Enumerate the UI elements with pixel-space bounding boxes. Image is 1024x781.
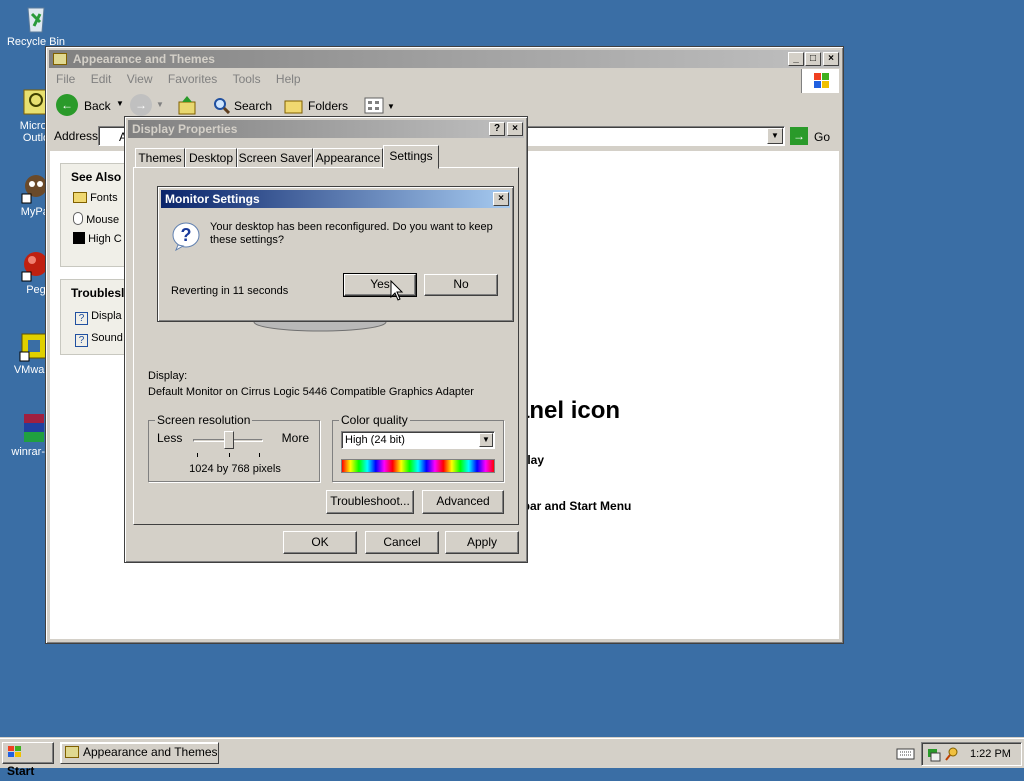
taskbar-item-appearance[interactable]: Appearance and Themes [60,742,219,764]
close-button[interactable]: × [493,192,509,206]
monitor-settings-title: Monitor Settings [165,192,260,206]
taskbar: Start Appearance and Themes 1:22 PM [0,738,1024,778]
search-icon [214,98,230,114]
monitor-settings-dialog: Monitor Settings × ? Your desktop has be… [157,186,514,322]
tab-strip: Themes Desktop Screen Saver Appearance S… [135,145,515,169]
display-properties-dialog: Display Properties ? × Themes Desktop Sc… [124,116,528,563]
help-icon: ? [75,312,88,325]
explorer-title: Appearance and Themes [72,52,215,66]
display-properties-titlebar[interactable]: Display Properties ? × [128,120,524,138]
back-dropdown-icon: ▼ [116,99,124,108]
tick-mark [197,453,198,457]
monitor-settings-titlebar[interactable]: Monitor Settings × [161,190,510,208]
troubleshoot-sound[interactable]: ? Sound [75,332,131,347]
menu-tools[interactable]: Tools [227,69,267,89]
folders-icon [284,100,303,114]
svg-text:?: ? [181,225,192,245]
search-button[interactable]: Search [210,94,272,118]
troubleshooters-panel: Troublesl ? Displa ? Sound [60,279,130,355]
content-link-taskbar[interactable]: kbar and Start Menu [516,499,631,513]
tick-mark [259,453,260,457]
menubar: File Edit View Favorites Tools Help [50,69,799,89]
screen-resolution-group: Screen resolution Less More 1024 by 768 … [148,413,320,482]
no-button[interactable]: No [424,274,498,296]
explorer-titlebar[interactable]: Appearance and Themes _ □ × [49,50,840,68]
display-label: Display: [148,370,188,382]
back-button[interactable]: ← Back ▼ [54,94,126,118]
yes-button[interactable]: Yes [343,273,417,297]
close-button[interactable]: × [507,122,523,136]
content-heading: anel icon [516,397,621,424]
folders-button[interactable]: Folders [282,94,352,118]
menu-favorites[interactable]: Favorites [162,69,223,89]
go-arrow-icon: → [790,127,808,145]
address-dropdown-icon[interactable]: ▼ [767,128,783,144]
views-dropdown-icon: ▼ [387,102,395,111]
cancel-button[interactable]: Cancel [365,531,439,554]
desktop-icon-recycle-bin[interactable]: Recycle Bin [4,2,68,48]
color-quality-group: Color quality High (24 bit) ▼ [332,413,504,482]
maximize-button[interactable]: □ [805,52,821,66]
forward-button[interactable]: → [130,94,152,116]
see-also-panel: See Also Fonts Mouse High C [60,163,130,267]
network-icon[interactable] [926,746,942,762]
ok-button[interactable]: OK [283,531,357,554]
troubleshoot-display[interactable]: ? Displa [75,310,131,325]
windows-flag-icon [8,746,21,757]
up-folder-button[interactable] [176,94,198,116]
advanced-button[interactable]: Advanced [422,490,504,514]
forward-arrow-icon: → [135,98,147,112]
display-properties-title: Display Properties [132,122,238,136]
back-arrow-icon: ← [56,94,78,116]
start-button[interactable]: Start [2,742,54,778]
minimize-button[interactable]: _ [788,52,804,66]
menu-edit[interactable]: Edit [85,69,118,89]
color-quality-select[interactable]: High (24 bit) ▼ [341,431,495,449]
chevron-down-icon[interactable]: ▼ [479,433,493,447]
tab-appearance[interactable]: Appearance [313,148,383,168]
windows-logo [801,69,839,93]
search-icon[interactable] [944,746,960,762]
tab-settings[interactable]: Settings [383,145,439,169]
views-button[interactable]: ▼ [362,94,398,118]
resolution-value: 1024 by 768 pixels [189,463,281,475]
menu-file[interactable]: File [50,69,81,89]
forward-dropdown-icon: ▼ [156,100,164,109]
close-button[interactable]: × [823,52,839,66]
help-button[interactable]: ? [489,122,505,136]
keyboard-icon[interactable] [896,747,916,761]
tab-screen-saver[interactable]: Screen Saver [237,148,313,168]
high-contrast-icon [73,232,85,244]
folder-icon [65,746,79,758]
fonts-folder-icon [73,192,87,203]
mouse-icon [73,212,83,225]
apply-button[interactable]: Apply [445,531,519,554]
troubleshoot-button[interactable]: Troubleshoot... [326,490,414,514]
color-spectrum-bar [341,459,495,473]
revert-countdown: Reverting in 11 seconds [171,285,289,297]
up-folder-icon [178,96,196,115]
tab-themes[interactable]: Themes [135,148,185,168]
help-icon: ? [75,334,88,347]
question-icon: ? [172,221,200,252]
views-icon [364,97,384,114]
monitor-settings-message: Your desktop has been reconfigured. Do y… [210,221,493,246]
mouse-cursor-icon [390,280,404,301]
go-button[interactable]: → Go [790,126,834,146]
display-value: Default Monitor on Cirrus Logic 5446 Com… [148,386,474,398]
folder-icon [53,53,67,65]
menu-view[interactable]: View [121,69,159,89]
recycle-bin-icon [20,2,52,34]
tick-mark [229,453,230,457]
clock[interactable]: 1:22 PM [970,748,1011,760]
system-tray: 1:22 PM [921,742,1022,766]
resolution-slider-thumb[interactable] [224,431,234,449]
menu-help[interactable]: Help [270,69,307,89]
tab-desktop[interactable]: Desktop [185,148,237,168]
